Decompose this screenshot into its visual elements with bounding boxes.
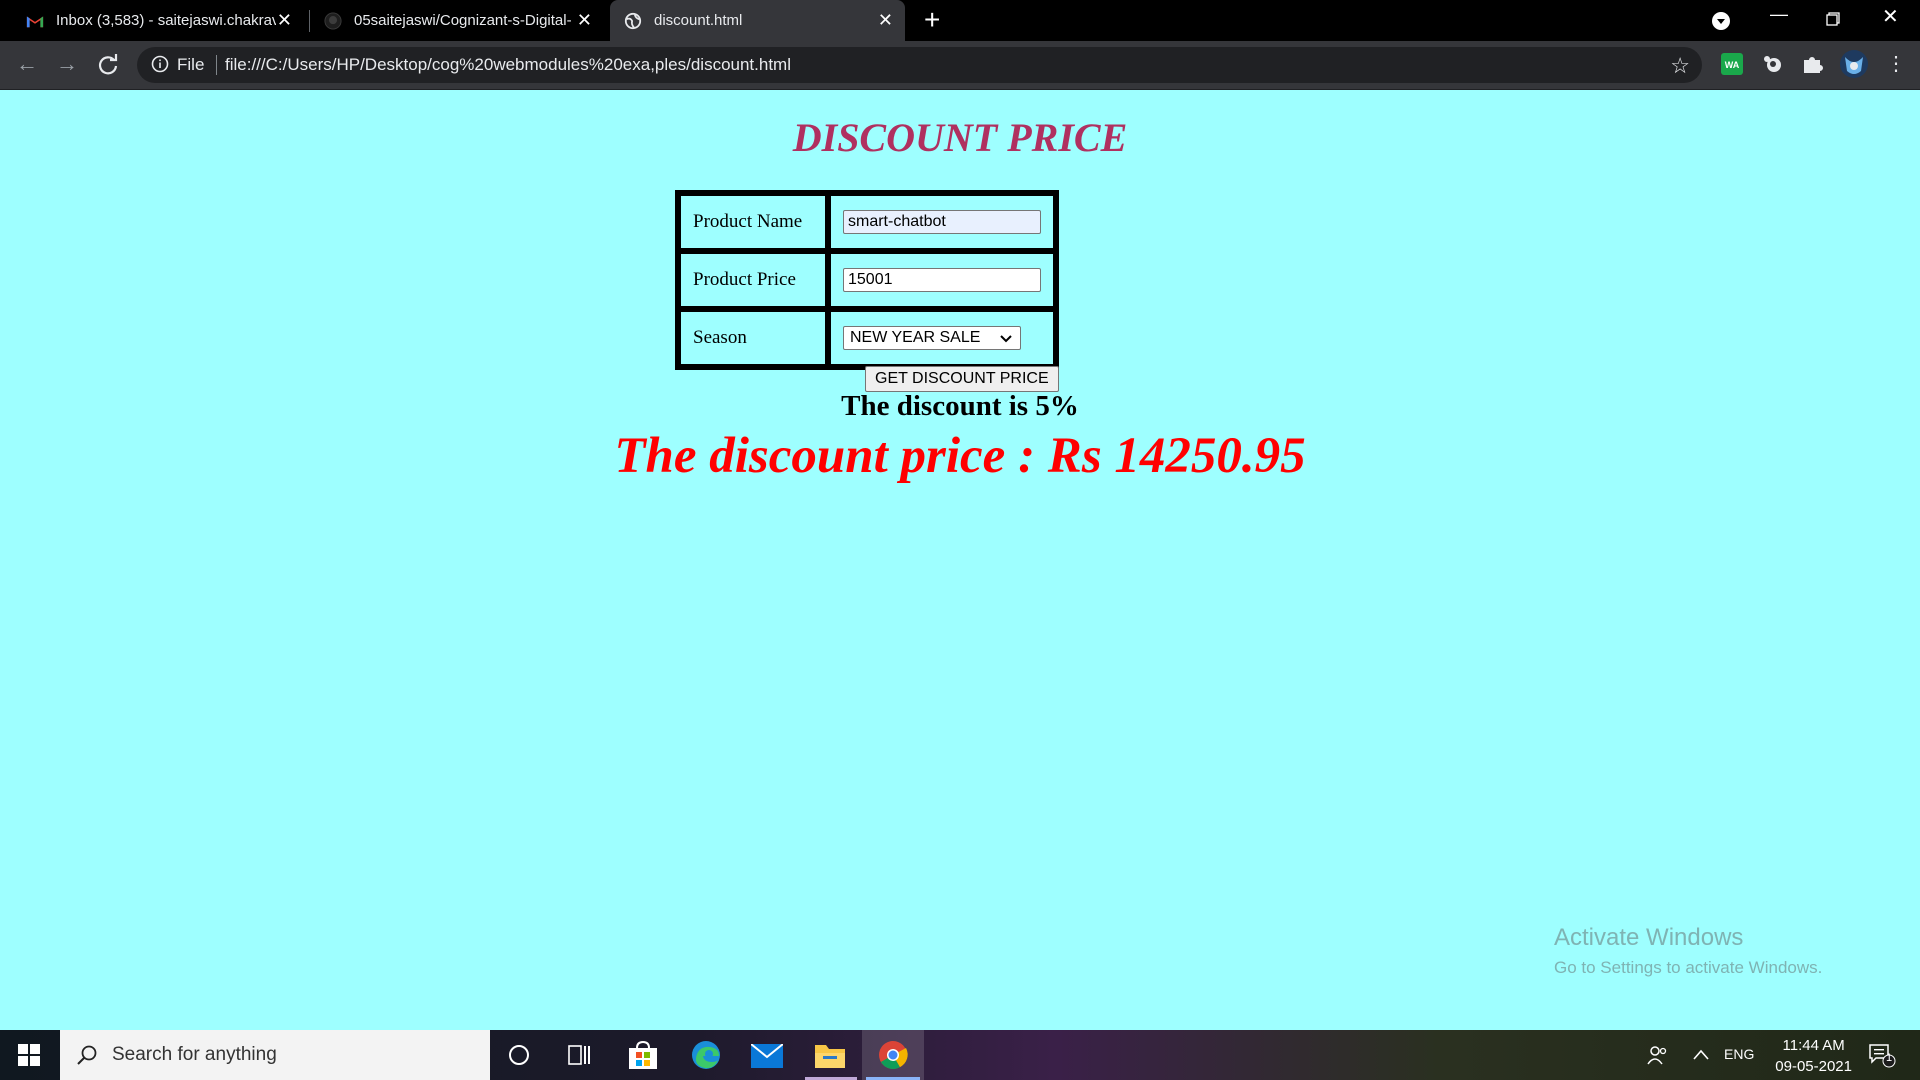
taskbar: Search for anything ENG 11:44 AM 09-05-2… (0, 1030, 1920, 1080)
scheme-label: File (177, 55, 205, 74)
close-tab-icon[interactable]: ✕ (577, 11, 592, 29)
gmail-icon (26, 16, 44, 27)
form-row: Product Name (678, 193, 1056, 251)
page-content: DISCOUNT PRICE Product Name Product Pric… (0, 90, 1920, 1030)
taskbar-search-box[interactable]: Search for anything (60, 1030, 490, 1080)
discount-percent-text: The discount is 5% (841, 390, 1079, 422)
address-separator (216, 55, 217, 75)
search-icon (77, 1045, 97, 1065)
forward-icon[interactable]: → (56, 53, 78, 75)
tab-title: 05saitejaswi/Cognizant-s-Digital- (354, 12, 572, 29)
activate-windows-watermark: Activate Windows Go to Settings to activ… (1554, 924, 1822, 978)
tab-separator (309, 10, 310, 32)
tab-github[interactable]: 05saitejaswi/Cognizant-s-Digital- ✕ (314, 0, 604, 41)
notification-count: 1 (1886, 1052, 1893, 1064)
product-price-cell (828, 251, 1056, 309)
info-icon[interactable] (151, 55, 169, 73)
minimize-icon[interactable]: — (1770, 4, 1788, 25)
close-window-icon[interactable]: ✕ (1882, 4, 1899, 29)
people-icon[interactable] (1647, 1045, 1669, 1065)
windows-start-icon[interactable] (18, 1044, 40, 1066)
mail-icon[interactable] (751, 1044, 783, 1068)
clock-time: 11:44 AM (1782, 1037, 1845, 1054)
menu-kebab-icon[interactable]: ⋮ (1886, 53, 1906, 75)
get-discount-button[interactable]: GET DISCOUNT PRICE (865, 366, 1059, 392)
file-explorer-icon[interactable] (815, 1042, 845, 1068)
form-row: Season NEW YEAR SALE (678, 309, 1056, 367)
bookmark-star-icon[interactable]: ☆ (1670, 53, 1690, 79)
product-price-input[interactable] (843, 268, 1041, 292)
product-price-label: Product Price (678, 251, 828, 309)
tab-title: Inbox (3,583) - saitejaswi.chakrav (56, 12, 276, 29)
tab-gmail[interactable]: Inbox (3,583) - saitejaswi.chakrav ✕ (14, 0, 304, 41)
chevron-down-icon (1000, 335, 1012, 343)
season-cell: NEW YEAR SALE (828, 309, 1056, 367)
tab-title: discount.html (654, 12, 743, 29)
restore-icon[interactable] (1826, 12, 1840, 26)
back-icon[interactable]: ← (16, 53, 38, 75)
system-clock[interactable]: 11:44 AM 09-05-2021 (1775, 1035, 1852, 1077)
product-name-label: Product Name (678, 193, 828, 251)
chevron-up-icon[interactable] (1692, 1048, 1710, 1062)
github-icon (324, 11, 342, 30)
tab-discount[interactable]: discount.html ✕ (610, 0, 905, 41)
url-text[interactable]: file:///C:/Users/HP/Desktop/cog%20webmod… (225, 55, 791, 75)
reload-icon[interactable] (97, 54, 119, 76)
season-select[interactable]: NEW YEAR SALE (843, 326, 1021, 350)
store-icon[interactable] (627, 1040, 659, 1070)
product-name-cell (828, 193, 1056, 251)
extension-icon[interactable] (1761, 53, 1783, 75)
search-placeholder: Search for anything (112, 1044, 277, 1065)
clock-date: 09-05-2021 (1775, 1058, 1852, 1075)
browser-tab-bar: Inbox (3,583) - saitejaswi.chakrav ✕ 05s… (0, 0, 1920, 41)
discount-form: Product Name Product Price Season NEW YE… (675, 190, 1059, 370)
watermark-subtitle: Go to Settings to activate Windows. (1554, 958, 1823, 977)
edge-icon[interactable] (690, 1040, 722, 1070)
season-label: Season (678, 309, 828, 367)
address-bar[interactable]: File file:///C:/Users/HP/Desktop/cog%20w… (137, 47, 1702, 83)
watermark-title: Activate Windows (1554, 924, 1744, 951)
profile-avatar-icon[interactable] (1839, 49, 1869, 79)
close-tab-icon[interactable]: ✕ (277, 11, 292, 29)
tab-search-icon[interactable] (1711, 11, 1731, 31)
language-indicator[interactable]: ENG (1724, 1046, 1754, 1062)
close-tab-icon[interactable]: ✕ (878, 11, 893, 29)
browser-toolbar: ← → File file:///C:/Users/HP/Desktop/cog… (0, 41, 1920, 90)
page-title: DISCOUNT PRICE (792, 115, 1128, 160)
whatsapp-extension-icon[interactable]: WA (1721, 53, 1743, 75)
product-name-input[interactable] (843, 210, 1041, 234)
svg-text:WA: WA (1725, 60, 1740, 70)
cortana-icon[interactable] (508, 1044, 530, 1066)
form-row: Product Price (678, 251, 1056, 309)
new-tab-button[interactable]: + (924, 6, 940, 34)
discount-price-text: The discount price : Rs 14250.95 (614, 428, 1306, 484)
chrome-icon (879, 1041, 908, 1069)
season-selected-value: NEW YEAR SALE (850, 329, 981, 346)
extensions-puzzle-icon[interactable] (1801, 53, 1823, 75)
task-view-icon[interactable] (568, 1044, 592, 1066)
globe-icon (624, 12, 642, 29)
